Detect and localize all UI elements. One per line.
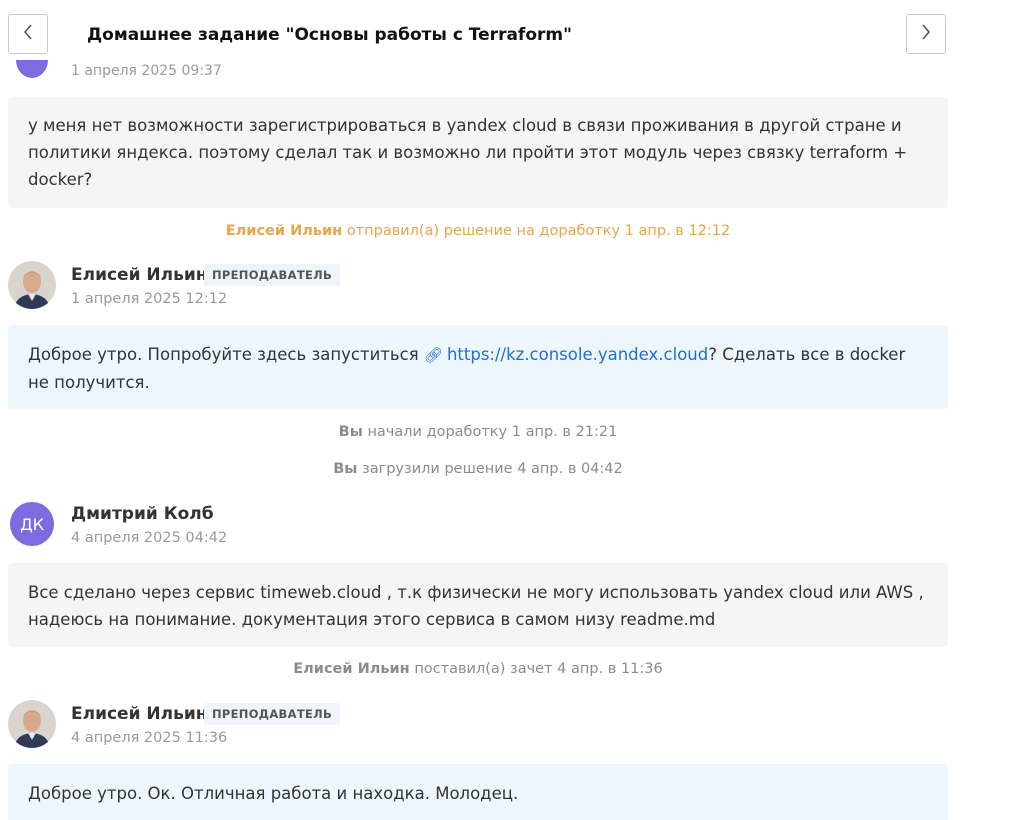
event-actor[interactable]: Елисей Ильин — [293, 661, 409, 677]
role-badge: ПРЕПОДАВАТЕЛЬ — [204, 264, 341, 286]
message-date: 4 апреля 2025 04:42 — [71, 530, 228, 546]
author-name[interactable]: Дмитрий Колб — [71, 504, 214, 524]
message-text: Доброе утро. Ок. Отличная работа и наход… — [28, 784, 519, 803]
avatar[interactable] — [8, 700, 56, 748]
message-bubble: Доброе утро. Попробуйте здесь запуститьс… — [8, 325, 948, 409]
homework-chat: Домашнее задание "Основы работы с Terraf… — [0, 0, 1024, 820]
prev-button[interactable] — [8, 14, 48, 54]
author-name[interactable]: Елисей Ильин — [71, 265, 208, 285]
message-bubble: Все сделано через сервис timeweb.cloud ,… — [8, 563, 948, 647]
chevron-right-icon — [919, 22, 933, 46]
event-text: отправил(а) решение на доработку 1 апр. … — [346, 223, 731, 239]
link-icon: 🔗︎ — [423, 346, 443, 364]
message-bubble: Доброе утро. Ок. Отличная работа и наход… — [8, 764, 948, 820]
message-date: 1 апреля 2025 12:12 — [71, 291, 228, 307]
message-date: 1 апреля 2025 09:37 — [71, 63, 222, 79]
role-badge: ПРЕПОДАВАТЕЛЬ — [204, 703, 341, 725]
message-text: Все сделано через сервис timeweb.cloud ,… — [28, 583, 924, 629]
message-date: 4 апреля 2025 11:36 — [71, 730, 228, 746]
event-solution-uploaded: Вы загрузили решение 4 апр. в 04:42 — [8, 461, 948, 477]
next-button[interactable] — [906, 14, 946, 54]
event-actor: Вы — [338, 424, 363, 440]
event-text: начали доработку 1 апр. в 21:21 — [367, 424, 618, 440]
event-accepted: Елисей Ильин поставил(а) зачет 4 апр. в … — [8, 661, 948, 677]
avatar[interactable] — [8, 261, 56, 309]
event-text: загрузили решение 4 апр. в 04:42 — [362, 461, 623, 477]
message-link[interactable]: https://kz.console.yandex.cloud — [447, 345, 708, 364]
avatar[interactable]: ДК — [10, 502, 54, 546]
event-actor: Вы — [333, 461, 358, 477]
event-rework-started: Вы начали доработку 1 апр. в 21:21 — [8, 424, 948, 440]
message-text: Доброе утро. Попробуйте здесь запуститьс… — [28, 345, 419, 364]
event-returned: Елисей Ильин отправил(а) решение на дора… — [8, 223, 948, 239]
page-title: Домашнее задание "Основы работы с Terraf… — [87, 25, 572, 45]
author-name[interactable]: Елисей Ильин — [71, 704, 208, 724]
chevron-left-icon — [21, 22, 35, 46]
event-text: поставил(а) зачет 4 апр. в 11:36 — [414, 661, 663, 677]
message-bubble: у меня нет возможности зарегистрироватьс… — [8, 97, 948, 208]
message-text: у меня нет возможности зарегистрироватьс… — [28, 116, 908, 189]
event-actor[interactable]: Елисей Ильин — [226, 223, 342, 239]
